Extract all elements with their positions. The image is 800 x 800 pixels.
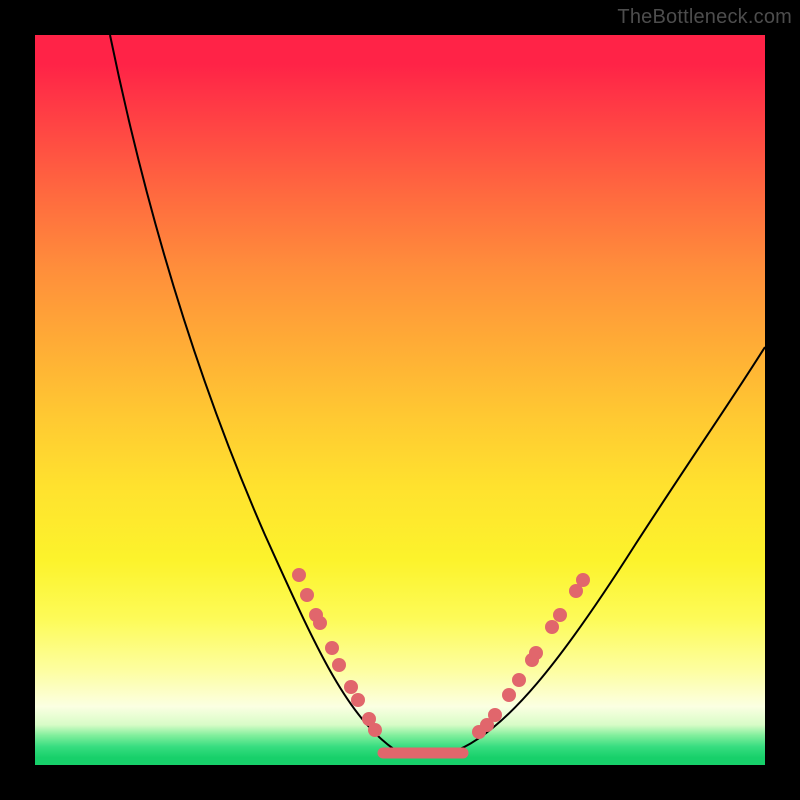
chart-frame: TheBottleneck.com — [0, 0, 800, 800]
data-marker — [553, 608, 567, 622]
data-marker — [325, 641, 339, 655]
data-marker — [502, 688, 516, 702]
data-marker — [576, 573, 590, 587]
watermark-text: TheBottleneck.com — [617, 6, 792, 29]
data-marker — [351, 693, 365, 707]
data-marker — [313, 616, 327, 630]
marker-group — [292, 568, 590, 739]
data-marker — [344, 680, 358, 694]
data-marker — [332, 658, 346, 672]
data-marker — [292, 568, 306, 582]
data-marker — [529, 646, 543, 660]
data-marker — [488, 708, 502, 722]
data-marker — [545, 620, 559, 634]
data-marker — [300, 588, 314, 602]
curve-svg — [35, 35, 765, 765]
bottleneck-curve — [110, 35, 765, 756]
plot-area — [35, 35, 765, 765]
data-marker — [512, 673, 526, 687]
data-marker — [368, 723, 382, 737]
